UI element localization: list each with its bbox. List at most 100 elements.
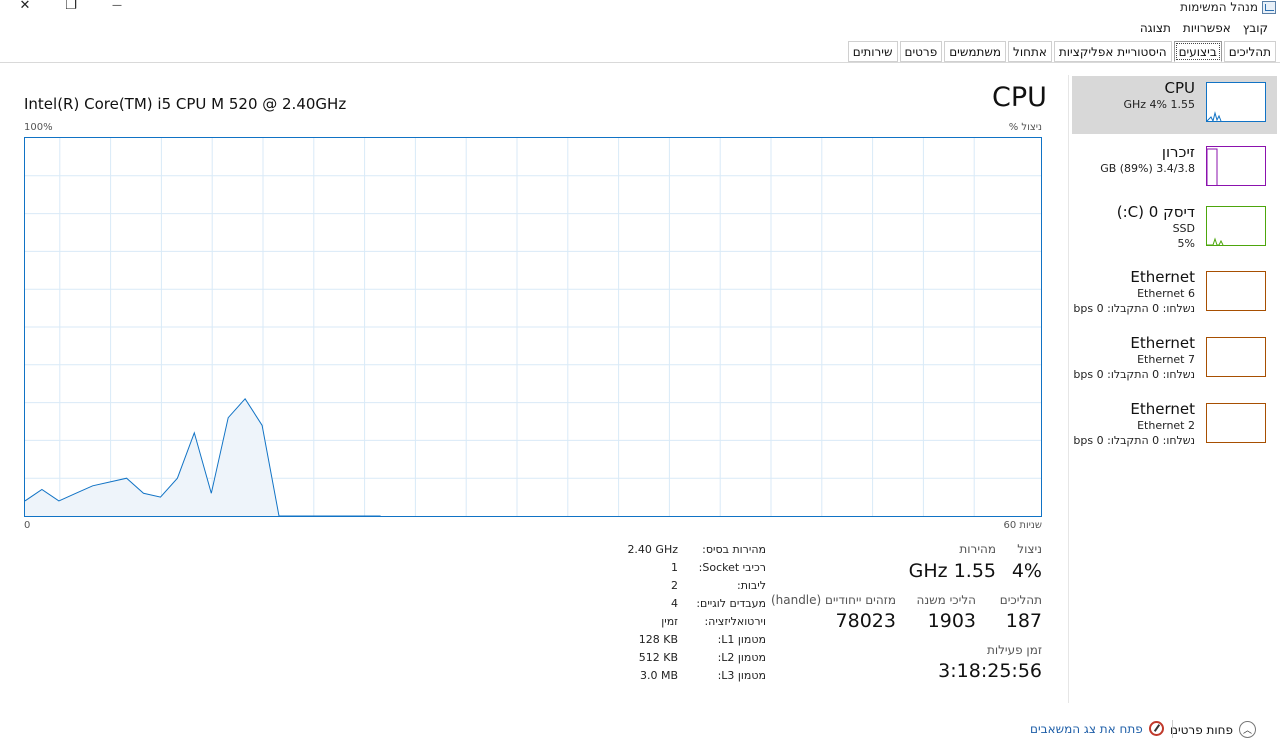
sidebar-text: Ethernet Ethernet 7 נשלחו: 0 התקבלו: 0 bps — [1073, 335, 1195, 382]
task-manager-icon — [1262, 0, 1276, 14]
stat-speed-value: 1.55 GHz — [908, 560, 996, 582]
spec-value: זמין — [661, 615, 678, 628]
tab-4[interactable]: משתמשים — [944, 41, 1007, 62]
sidebar-item-name: Ethernet — [1130, 268, 1195, 286]
title-bar: ✕ ❐ — מנהל המשימות — [0, 0, 1280, 16]
mini-graph — [1207, 111, 1222, 121]
sidebar-item-sub: Ethernet 2 — [1137, 419, 1195, 432]
sidebar-text: Ethernet Ethernet 6 נשלחו: 0 התקבלו: 0 bps — [1073, 269, 1195, 316]
sidebar-item-sub: 1.55 GHz 4% — [1123, 98, 1195, 111]
sidebar-item-3[interactable]: Ethernet Ethernet 6 נשלחו: 0 התקבלו: 0 bps — [1072, 265, 1277, 323]
stat-processes-label: תהליכים — [999, 593, 1042, 607]
fewer-details-button[interactable]: ︿ פחות פרטים — [1170, 721, 1256, 738]
tab-3[interactable]: אתחול — [1008, 41, 1052, 62]
sidebar-thumbnail — [1206, 271, 1266, 311]
menu-file[interactable]: קובץ — [1237, 19, 1274, 37]
spec-value: 2 — [671, 579, 678, 592]
menu-options[interactable]: אפשרויות — [1177, 19, 1237, 37]
stat-threads-label: הליכי משנה — [916, 593, 976, 607]
tab-6[interactable]: שירותים — [847, 41, 898, 62]
sidebar-item-name: Ethernet — [1130, 400, 1195, 418]
sidebar-thumbnail — [1206, 403, 1266, 443]
close-icon: ✕ — [19, 0, 31, 13]
tab-0[interactable]: תהליכים — [1223, 41, 1276, 62]
sidebar-item-2[interactable]: דיסק 0 (C:) SSD 5% — [1072, 200, 1277, 258]
sidebar-item-sub2: נשלחו: 0 התקבלו: 0 bps — [1073, 302, 1195, 315]
stat-util-value: 4% — [1011, 560, 1042, 582]
stat-uptime-value: 3:18:25:56 — [938, 660, 1042, 682]
stat-uptime-label: זמן פעילות — [986, 643, 1042, 657]
x-max-label: 60 שניות — [1003, 520, 1042, 531]
spec-label: מטמון L1: — [717, 633, 766, 646]
spec-value: 4 — [671, 597, 678, 610]
spec-row: מטמון L2: 512 KB — [600, 651, 766, 669]
spec-row: ליבות: 2 — [600, 579, 766, 597]
spec-label: מטמון L3: — [717, 669, 766, 682]
stat-util-label: ניצול — [1017, 542, 1042, 556]
spec-row: מטמון L1: 128 KB — [600, 633, 766, 651]
sidebar-item-name: זיכרון — [1161, 143, 1195, 161]
tab-1[interactable]: ביצועים — [1173, 41, 1222, 62]
cpu-graph — [24, 137, 1042, 517]
cpu-graph-svg — [25, 138, 1041, 516]
restore-button[interactable]: ❐ — [60, 0, 82, 13]
sidebar-item-name: Ethernet — [1130, 334, 1195, 352]
tab-divider — [0, 62, 1280, 63]
sidebar-item-1[interactable]: זיכרון 3.4/3.8 GB (89%) — [1072, 140, 1277, 198]
sidebar-item-5[interactable]: Ethernet Ethernet 2 נשלחו: 0 התקבלו: 0 bps — [1072, 397, 1277, 455]
sidebar-item-sub2: נשלחו: 0 התקבלו: 0 bps — [1073, 434, 1195, 447]
tab-2[interactable]: היסטוריית אפליקציות — [1053, 41, 1172, 62]
spec-label: מעבדים לוגיים: — [696, 597, 766, 610]
sidebar-item-sub2: נשלחו: 0 התקבלו: 0 bps — [1073, 368, 1195, 381]
menu-view[interactable]: תצוגה — [1134, 19, 1177, 37]
page-title: CPU — [992, 82, 1047, 113]
y-max-label: 100% — [24, 122, 53, 133]
sidebar-text: Ethernet Ethernet 2 נשלחו: 0 התקבלו: 0 bps — [1073, 401, 1195, 448]
sidebar-item-name: דיסק 0 (C:) — [1116, 203, 1195, 221]
spec-value: 512 KB — [638, 651, 678, 664]
app-title-text: מנהל המשימות — [1180, 0, 1258, 14]
sidebar-item-0[interactable]: CPU 1.55 GHz 4% — [1072, 76, 1277, 134]
stat-processes: תהליכים 187 — [1000, 593, 1042, 632]
stat-threads-value: 1903 — [927, 610, 976, 632]
resource-monitor-link[interactable]: פתח את צג המשאבים — [1030, 721, 1164, 736]
stat-handles: מזהים ייחודיים (handle) 78023 — [771, 593, 896, 632]
sidebar-item-sub2: 5% — [1177, 237, 1195, 250]
sidebar-thumbnail — [1206, 146, 1266, 186]
app-title: מנהל המשימות — [1180, 0, 1276, 14]
spec-label: מהירות בסיס: — [702, 543, 766, 556]
close-button[interactable]: ✕ — [14, 0, 36, 13]
minimize-button[interactable]: — — [106, 0, 128, 13]
sidebar-item-4[interactable]: Ethernet Ethernet 7 נשלחו: 0 התקבלו: 0 bps — [1072, 331, 1277, 389]
stat-handles-value: 78023 — [835, 610, 896, 632]
spec-label: ליבות: — [736, 579, 766, 592]
stat-util: ניצול 4% — [1012, 542, 1042, 582]
sidebar-thumbnail — [1206, 206, 1266, 246]
sidebar-text: זיכרון 3.4/3.8 GB (89%) — [1100, 144, 1195, 176]
mini-graph — [1207, 237, 1224, 245]
sidebar-thumbnail — [1206, 82, 1266, 122]
stat-speed: מהירות 1.55 GHz — [909, 542, 996, 582]
sidebar-item-sub: SSD — [1172, 222, 1195, 235]
spec-label: רכיבי Socket: — [698, 561, 766, 574]
sidebar-item-sub: Ethernet 6 — [1137, 287, 1195, 300]
spec-row: וירטואליזציה: זמין — [600, 615, 766, 633]
stat-processes-value: 187 — [1005, 610, 1042, 632]
spec-row: מעבדים לוגיים: 4 — [600, 597, 766, 615]
spec-value: 2.40 GHz — [627, 543, 678, 556]
cpu-model: Intel(R) Core(TM) i5 CPU M 520 @ 2.40GHz — [24, 95, 347, 113]
tab-5[interactable]: פרטים — [899, 41, 943, 62]
spec-value: 3.0 MB — [639, 669, 678, 682]
tab-bar: תהליכים ביצועים היסטוריית אפליקציות אתחול מש… — [846, 41, 1276, 63]
sidebar-divider — [1068, 75, 1069, 703]
sidebar-text: CPU 1.55 GHz 4% — [1123, 80, 1195, 112]
sidebar-item-sub: 3.4/3.8 GB (89%) — [1100, 162, 1195, 175]
stat-speed-label: מהירות — [959, 542, 996, 556]
spec-row: רכיבי Socket: 1 — [600, 561, 766, 579]
spec-label: מטמון L2: — [717, 651, 766, 664]
sidebar-item-sub: Ethernet 7 — [1137, 353, 1195, 366]
footer-divider — [1172, 720, 1173, 738]
restore-icon: ❐ — [65, 0, 77, 13]
chevron-up-icon: ︿ — [1239, 721, 1256, 738]
spec-row: מהירות בסיס: 2.40 GHz — [600, 543, 766, 561]
